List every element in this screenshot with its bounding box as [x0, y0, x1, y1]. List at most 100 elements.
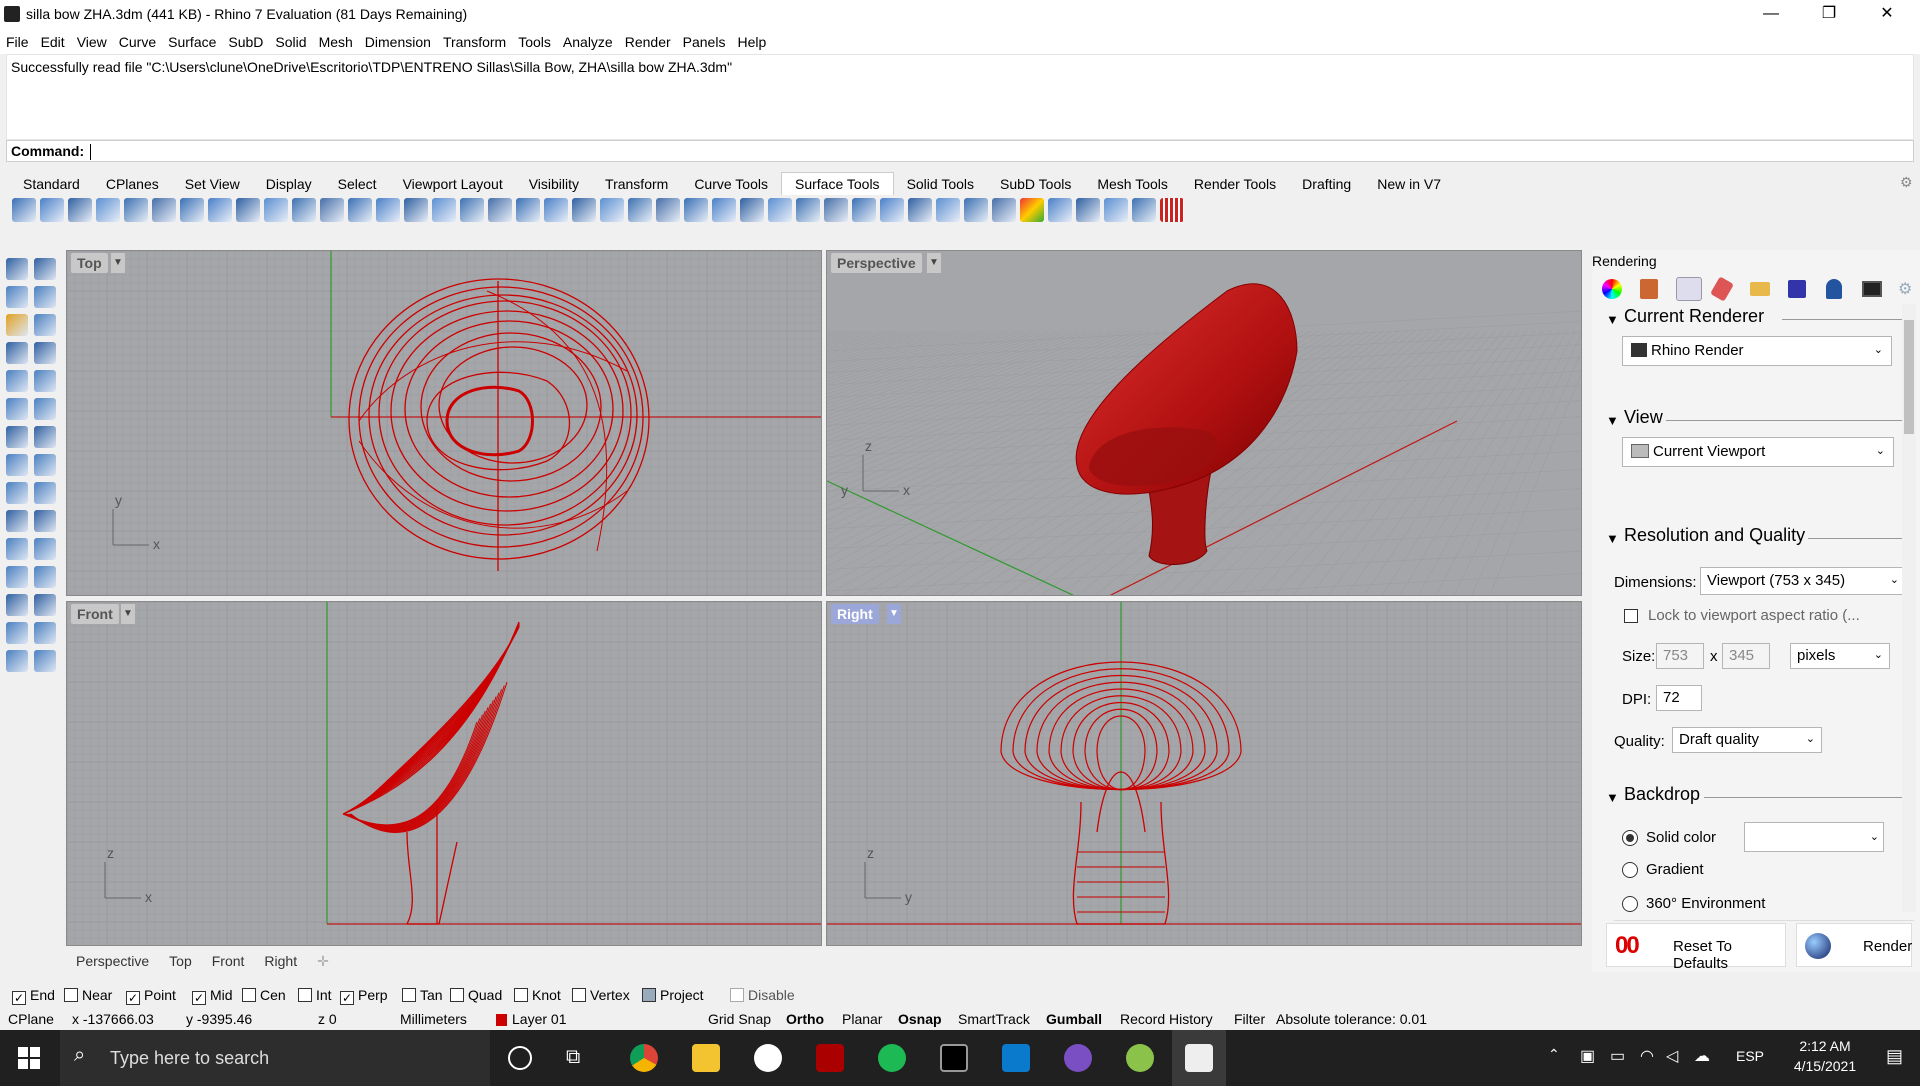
osnap-checkbox[interactable]: [64, 988, 78, 1002]
side-tool-icon[interactable]: [34, 314, 56, 336]
toolbar-tool-icon[interactable]: [264, 198, 288, 222]
collapse-chevron-icon[interactable]: ▼: [1606, 531, 1619, 546]
notification-icon[interactable]: ▤: [1886, 1046, 1903, 1067]
side-tool-icon[interactable]: [6, 454, 28, 476]
toolbar-tool-icon[interactable]: [684, 198, 708, 222]
viewport-front-label[interactable]: Front: [71, 604, 119, 624]
vptab-right[interactable]: Right: [254, 950, 307, 972]
osnap-checkbox[interactable]: [242, 988, 256, 1002]
windows-start-icon[interactable]: [18, 1047, 40, 1069]
toolbar-tool-icon[interactable]: [68, 198, 92, 222]
toolbar-tool-icon[interactable]: [292, 198, 316, 222]
toolbar-tool-icon[interactable]: [796, 198, 820, 222]
chevron-down-icon[interactable]: ▼: [887, 604, 901, 624]
vptab-front[interactable]: Front: [202, 950, 255, 972]
app-red-icon[interactable]: [816, 1044, 844, 1072]
menu-curve[interactable]: Curve: [113, 30, 162, 54]
toolbar-tool-icon[interactable]: [1104, 198, 1128, 222]
side-tool-icon[interactable]: [34, 370, 56, 392]
chevron-down-icon[interactable]: ▼: [927, 253, 941, 273]
osnap-checkbox[interactable]: ✓: [192, 991, 206, 1005]
gear-icon[interactable]: ⚙: [1898, 279, 1912, 299]
side-tool-icon[interactable]: [34, 482, 56, 504]
osnap-checkbox[interactable]: [402, 988, 416, 1002]
side-tool-icon[interactable]: [6, 342, 28, 364]
toolbar-tool-icon[interactable]: [432, 198, 456, 222]
toolbar-tool-icon[interactable]: [908, 198, 932, 222]
toolbar-tool-icon[interactable]: [180, 198, 204, 222]
cplane-label[interactable]: CPlane: [8, 1011, 54, 1027]
side-tool-icon[interactable]: [34, 650, 56, 672]
ortho-toggle[interactable]: Ortho: [786, 1011, 824, 1027]
smarttrack-toggle[interactable]: SmartTrack: [958, 1011, 1030, 1027]
lock-aspect-checkbox[interactable]: [1624, 609, 1638, 623]
gradient-radio[interactable]: [1622, 862, 1638, 878]
osnap-project[interactable]: Project: [642, 987, 704, 1003]
material-icon[interactable]: [1640, 279, 1658, 299]
toolbar-tool-icon[interactable]: [852, 198, 876, 222]
collapse-chevron-icon[interactable]: ▼: [1606, 413, 1619, 428]
side-tool-icon[interactable]: [34, 454, 56, 476]
task-view-icon[interactable]: ⧉: [566, 1046, 580, 1069]
toolbar-tool-icon[interactable]: [1132, 198, 1156, 222]
minimize-button[interactable]: —: [1748, 0, 1794, 30]
toolbar-tool-icon[interactable]: [600, 198, 624, 222]
language-indicator[interactable]: ESP: [1736, 1048, 1764, 1064]
side-tool-icon[interactable]: [34, 398, 56, 420]
tab-surface-tools[interactable]: Surface Tools: [780, 172, 894, 195]
light-icon[interactable]: [1826, 279, 1842, 299]
render-settings-icon[interactable]: [1676, 277, 1702, 301]
view-dropdown[interactable]: Current Viewport ⌄: [1622, 437, 1894, 467]
osnap-vertex[interactable]: Vertex: [572, 987, 630, 1003]
osnap-checkbox[interactable]: [642, 988, 656, 1002]
tab-viewport-layout[interactable]: Viewport Layout: [390, 173, 516, 195]
environment-icon[interactable]: [1788, 280, 1806, 298]
side-tool-icon[interactable]: [6, 370, 28, 392]
planar-toggle[interactable]: Planar: [842, 1011, 882, 1027]
renderer-dropdown[interactable]: Rhino Render ⌄: [1622, 336, 1892, 366]
toolbar-tool-icon[interactable]: [460, 198, 484, 222]
osnap-cen[interactable]: Cen: [242, 987, 286, 1003]
viewport-right-label[interactable]: Right: [831, 604, 879, 624]
taskbar-search[interactable]: ⌕ Type here to search: [60, 1030, 490, 1086]
app-green-icon[interactable]: [1126, 1044, 1154, 1072]
toolbar-tool-icon[interactable]: [992, 198, 1016, 222]
side-tool-icon[interactable]: [6, 650, 28, 672]
clock-time[interactable]: 2:12 AM: [1780, 1038, 1870, 1054]
toolbar-tool-icon[interactable]: [880, 198, 904, 222]
toolbar-tool-icon[interactable]: [1076, 198, 1100, 222]
osnap-int[interactable]: Int: [298, 987, 332, 1003]
menu-panels[interactable]: Panels: [677, 30, 732, 54]
tab-drafting[interactable]: Drafting: [1289, 173, 1364, 195]
osnap-checkbox[interactable]: [514, 988, 528, 1002]
toolbar-tool-icon[interactable]: [12, 198, 36, 222]
toolbar-tool-icon[interactable]: [824, 198, 848, 222]
cortana-icon[interactable]: [508, 1046, 532, 1070]
side-tool-icon[interactable]: [6, 286, 28, 308]
osnap-perp[interactable]: ✓ Perp: [340, 987, 388, 1005]
command-line[interactable]: Command:: [6, 140, 1914, 162]
osnap-checkbox[interactable]: ✓: [340, 991, 354, 1005]
dpi-input[interactable]: 72: [1656, 685, 1702, 711]
clock-date[interactable]: 4/15/2021: [1780, 1058, 1870, 1074]
toolbar-tool-icon[interactable]: [516, 198, 540, 222]
tab-curve-tools[interactable]: Curve Tools: [681, 173, 781, 195]
side-tool-icon[interactable]: [6, 510, 28, 532]
osnap-near[interactable]: Near: [64, 987, 112, 1003]
toolbar-tool-icon[interactable]: [1160, 198, 1184, 222]
side-tool-icon[interactable]: [34, 258, 56, 280]
maximize-button[interactable]: ❐: [1806, 0, 1852, 30]
osnap-checkbox[interactable]: [730, 988, 744, 1002]
quality-dropdown[interactable]: Draft quality ⌄: [1672, 727, 1822, 753]
osnap-quad[interactable]: Quad: [450, 987, 502, 1003]
dimensions-dropdown[interactable]: Viewport (753 x 345) ⌄: [1700, 567, 1906, 595]
tab-cplanes[interactable]: CPlanes: [93, 173, 172, 195]
toolbar-tool-icon[interactable]: [656, 198, 680, 222]
chevron-down-icon[interactable]: ▼: [111, 253, 125, 273]
scrollbar-thumb[interactable]: [1904, 320, 1914, 434]
viewport-top[interactable]: xy Top ▼: [66, 250, 822, 596]
collapse-chevron-icon[interactable]: ▼: [1606, 790, 1619, 805]
toolbar-tool-icon[interactable]: [320, 198, 344, 222]
side-tool-icon[interactable]: [6, 622, 28, 644]
menu-dimension[interactable]: Dimension: [359, 30, 437, 54]
